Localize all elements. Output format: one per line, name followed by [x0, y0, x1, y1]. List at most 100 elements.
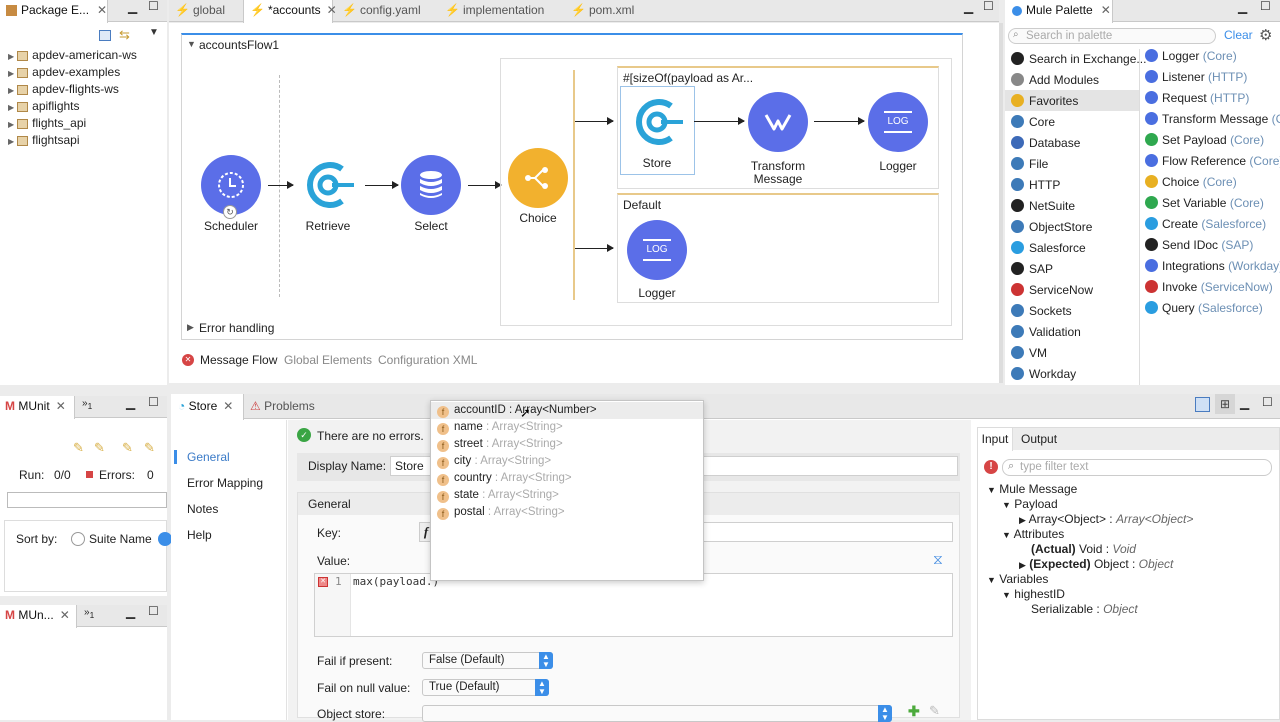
palette-operation-create[interactable]: Create (Salesforce) [1145, 214, 1266, 235]
nav-help[interactable]: Help [187, 528, 212, 542]
palette-category-search[interactable]: Search in Exchange... [1011, 49, 1146, 70]
close-icon[interactable]: ✕ [97, 3, 107, 17]
close-icon[interactable]: ✕ [1101, 3, 1111, 17]
tree-expected[interactable]: ▶ (Expected) Object : Object [1019, 557, 1173, 572]
object-store-select[interactable]: ▲ ▼ [422, 705, 892, 722]
tab-configyaml[interactable]: ⚡ config.yaml [336, 0, 432, 22]
autocomplete-item[interactable]: f country : Array<String> [435, 470, 701, 487]
maximize-icon[interactable]: ☐ [148, 604, 159, 618]
tab-output[interactable]: Output [1021, 428, 1057, 450]
fail-if-present-select[interactable]: False (Default) ▲ ▼ [422, 652, 553, 669]
flow-title[interactable]: accountsFlow1 [199, 38, 279, 52]
suite-name-radio[interactable] [71, 532, 85, 546]
expression-editor-icon[interactable]: ⧖ [933, 551, 943, 568]
select-node[interactable] [401, 155, 461, 215]
tab-problems[interactable]: ⚠ Problems [250, 394, 330, 416]
when-route[interactable]: #[sizeOf(payload as Ar... Store Transfor… [617, 66, 939, 189]
tree-mule-message[interactable]: ▼ Mule Message [987, 482, 1077, 497]
view-menu-icon[interactable]: ▼ [149, 27, 159, 38]
palette-category-sockets[interactable]: Sockets [1011, 301, 1141, 322]
error-handling-label[interactable]: Error handling [199, 321, 274, 335]
palette-operation-invoke[interactable]: Invoke (ServiceNow) [1145, 277, 1273, 298]
palette-operation-send-idoc[interactable]: Send IDoc (SAP) [1145, 235, 1253, 256]
chevron-right-icon[interactable]: ▶ [8, 137, 14, 146]
maximize-icon[interactable]: ☐ [1262, 395, 1273, 409]
palette-category-vm[interactable]: VM [1011, 343, 1141, 364]
maximize-icon[interactable]: ☐ [148, 0, 159, 13]
tree-highest-id[interactable]: ▼ highestID [1002, 587, 1065, 602]
palette-category-servicenow[interactable]: ServiceNow [1011, 280, 1141, 301]
tab-input[interactable]: Input [978, 428, 1013, 451]
palette-category-favorites[interactable]: Favorites [1011, 91, 1141, 112]
autocomplete-item[interactable]: f postal : Array<String> [435, 504, 701, 521]
tab-implementation[interactable]: ⚡ implementation [439, 0, 555, 22]
minimize-icon[interactable]: ▁ [126, 396, 135, 410]
tab-message-flow[interactable]: Message Flow [200, 353, 277, 367]
tree-actual[interactable]: (Actual) Void : Void [1031, 542, 1136, 557]
palette-search-input[interactable]: ⌕ Search in palette [1008, 28, 1216, 44]
run-tests-icon[interactable]: ✎ [73, 440, 84, 456]
palette-category-file[interactable]: File [1011, 154, 1141, 175]
clear-button[interactable]: Clear [1224, 28, 1253, 42]
palette-operation-flow-reference[interactable]: Flow Reference (Core) [1145, 151, 1280, 172]
retrieve-node[interactable] [298, 155, 358, 215]
maximize-icon[interactable]: ☐ [148, 395, 159, 409]
project-item[interactable]: ▶ apdev-examples [8, 64, 120, 81]
palette-category-salesforce[interactable]: Salesforce [1011, 238, 1141, 259]
value-code-editor[interactable]: ✕ 1 max(payload.) [314, 573, 953, 637]
expand-error-handling-icon[interactable]: ▶ [187, 322, 194, 333]
project-item[interactable]: ▶ flights_api [8, 115, 86, 132]
store-node[interactable] [627, 92, 687, 152]
tab-global[interactable]: ⚡ global [169, 0, 241, 22]
gear-icon[interactable]: ⚙ [1259, 26, 1272, 44]
close-icon[interactable]: ✕ [223, 399, 233, 413]
palette-category-add[interactable]: Add Modules [1011, 70, 1141, 91]
stop-tests-icon[interactable]: ✎ [144, 440, 155, 456]
maximize-icon[interactable]: ☐ [983, 0, 994, 13]
tab-package-explorer[interactable]: Package E... ✕ [0, 0, 108, 23]
palette-category-http[interactable]: HTTP [1011, 175, 1141, 196]
tree-payload-type[interactable]: ▶ Array<Object> : Array<Object> [1019, 512, 1193, 527]
overflow-tabs-icon[interactable]: »1 [82, 398, 92, 411]
chevron-right-icon[interactable]: ▶ [8, 86, 14, 95]
tab-configuration-xml[interactable]: Configuration XML [378, 353, 477, 367]
autocomplete-item[interactable]: f state : Array<String> [435, 487, 701, 504]
palette-operation-request[interactable]: Request (HTTP) [1145, 88, 1249, 109]
palette-category-database[interactable]: Database [1011, 133, 1141, 154]
logger-node[interactable]: LOG [627, 220, 687, 280]
toggle-metadata-icon[interactable]: ⊞ [1215, 394, 1235, 414]
tab-mule-palette[interactable]: Mule Palette ✕ [1005, 0, 1113, 23]
link-editor-icon[interactable]: ⇆ [119, 27, 130, 43]
project-item[interactable]: ▶ flightsapi [8, 132, 80, 149]
minimize-icon[interactable]: ▁ [126, 605, 135, 619]
code-text[interactable]: max(payload.) [353, 575, 439, 588]
palette-category-objectstore[interactable]: ObjectStore [1011, 217, 1141, 238]
palette-operation-query[interactable]: Query (Salesforce) [1145, 298, 1263, 319]
default-route[interactable]: Default LOG Logger [617, 193, 939, 303]
when-expression[interactable]: #[sizeOf(payload as Ar... [623, 71, 753, 85]
tab-pomxml[interactable]: ⚡ pom.xml [565, 0, 645, 22]
palette-category-sap[interactable]: SAP [1011, 259, 1141, 280]
tab-munit[interactable]: M MUnit ✕ [0, 396, 75, 419]
close-icon[interactable]: ✕ [56, 399, 66, 413]
palette-category-validation[interactable]: Validation [1011, 322, 1141, 343]
overflow-tabs-icon[interactable]: »1 [84, 607, 94, 620]
autocomplete-item[interactable]: f name : Array<String> [435, 419, 701, 436]
minimize-icon[interactable]: ▁ [128, 0, 137, 14]
autocomplete-item[interactable]: f city : Array<String> [435, 453, 701, 470]
palette-category-core[interactable]: Core [1011, 112, 1141, 133]
collapse-flow-icon[interactable]: ▼ [187, 39, 196, 49]
palette-category-netsuite[interactable]: NetSuite [1011, 196, 1141, 217]
project-item[interactable]: ▶ apdev-flights-ws [8, 81, 119, 98]
autocomplete-item[interactable]: f accountID : Array<Number> [435, 402, 701, 419]
tab-accounts[interactable]: ⚡ *accounts ✕ [243, 0, 337, 23]
fail-on-null-select[interactable]: True (Default) ▲ ▼ [422, 679, 549, 696]
tab-munit-coverage[interactable]: M MUn... ✕ [0, 605, 77, 628]
debug-tests-icon[interactable]: ✎ [122, 440, 133, 456]
minimize-icon[interactable]: ▁ [1238, 0, 1247, 14]
project-item[interactable]: ▶ apiflights [8, 98, 80, 115]
close-icon[interactable]: ✕ [60, 608, 70, 622]
tab-global-elements[interactable]: Global Elements [284, 353, 372, 367]
chevron-right-icon[interactable]: ▶ [8, 69, 14, 78]
tab-store[interactable]: ◔ Store ✕ [171, 394, 244, 420]
